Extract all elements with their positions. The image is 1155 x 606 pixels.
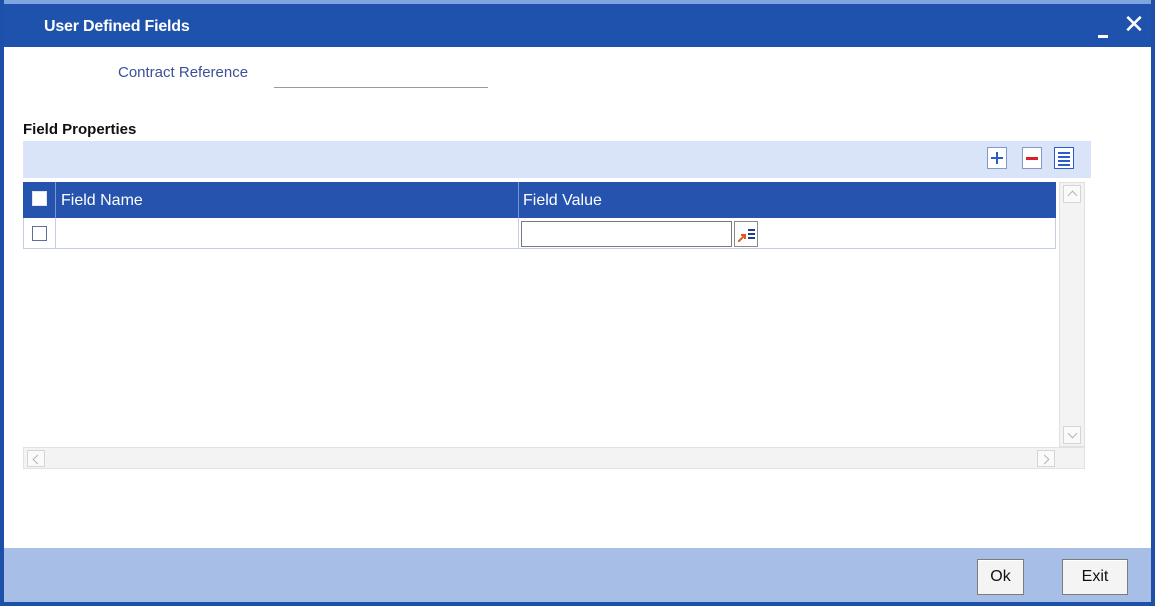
arrow-icon: [738, 234, 746, 242]
grid-toolbar: [23, 141, 1091, 178]
add-row-icon[interactable]: [987, 147, 1007, 169]
delete-row-icon[interactable]: [1022, 147, 1042, 169]
row-checkbox[interactable]: [32, 226, 47, 241]
scroll-down-icon[interactable]: [1063, 426, 1081, 444]
row-divider: [55, 218, 56, 248]
single-record-view-icon[interactable]: [1054, 147, 1074, 169]
contract-reference-label: Contract Reference: [118, 64, 249, 81]
ok-button[interactable]: Ok: [977, 559, 1024, 595]
field-value-input[interactable]: [521, 221, 732, 247]
table-row: [23, 218, 1056, 249]
horizontal-scrollbar[interactable]: [23, 447, 1085, 469]
column-header-field-value[interactable]: Field Value: [523, 182, 602, 218]
scroll-right-icon[interactable]: [1037, 450, 1055, 467]
header-divider: [518, 182, 519, 218]
list-of-values-button[interactable]: [734, 221, 758, 247]
user-defined-fields-window: User Defined Fields ✕ Contract Reference…: [0, 0, 1155, 606]
select-all-checkbox[interactable]: [32, 191, 47, 206]
minimize-icon[interactable]: [1094, 9, 1114, 43]
field-properties-title: Field Properties: [23, 121, 137, 138]
close-icon[interactable]: ✕: [1122, 9, 1146, 43]
window-title: User Defined Fields: [44, 18, 190, 35]
grid-header-row: Field Name Field Value: [23, 182, 1056, 218]
header-divider: [55, 182, 56, 218]
scroll-left-icon[interactable]: [27, 450, 45, 467]
contract-reference-input[interactable]: [274, 62, 488, 88]
row-divider: [518, 218, 519, 248]
field-properties-grid: Field Name Field Value: [23, 182, 1056, 447]
footer-bar: Ok Exit: [4, 548, 1151, 602]
title-bar: User Defined Fields ✕: [4, 0, 1151, 47]
exit-button[interactable]: Exit: [1062, 559, 1128, 595]
column-header-field-name[interactable]: Field Name: [61, 182, 143, 218]
scroll-up-icon[interactable]: [1063, 185, 1081, 203]
vertical-scrollbar[interactable]: [1059, 182, 1085, 447]
